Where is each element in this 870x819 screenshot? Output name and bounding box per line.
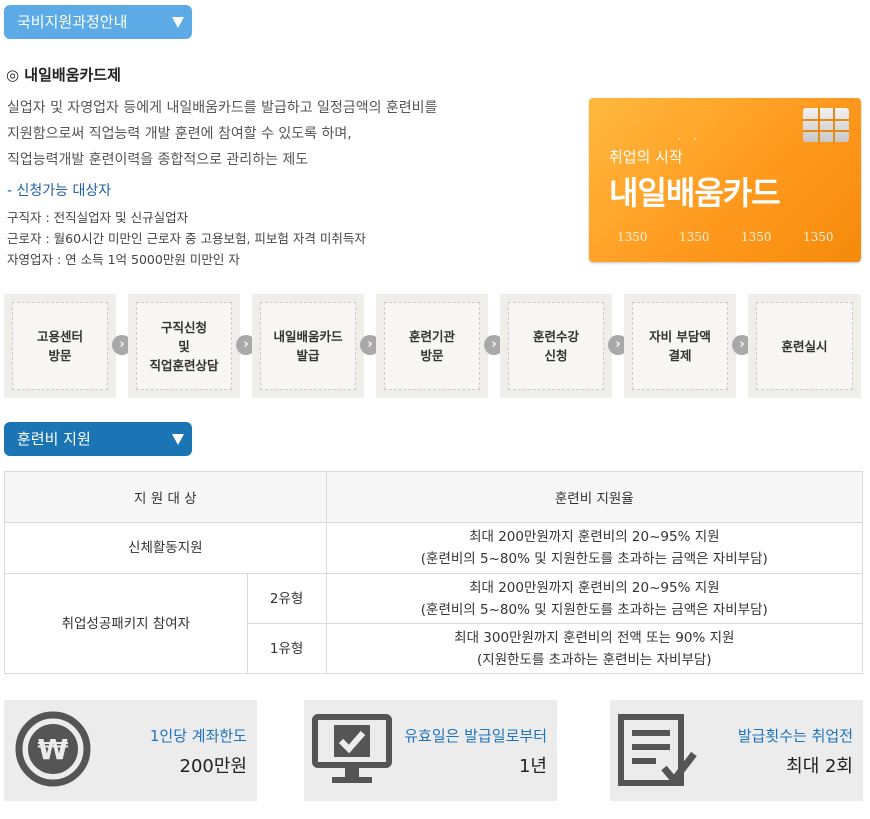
process-step-job-consult: 구직신청및직업훈련상담 <box>128 294 240 398</box>
tab-training-support[interactable]: 훈련비 지원 <box>4 422 192 456</box>
row-subtype: 1유형 <box>246 623 327 674</box>
card-system-title: ◎ 내일배움카드제 <box>6 66 121 84</box>
process-step-training: 훈련실시 <box>748 294 861 398</box>
triangle-down-icon <box>172 434 184 445</box>
info-label: 1인당 계좌한도 <box>149 727 247 745</box>
process-step-apply-course: 훈련수강신청 <box>500 294 612 398</box>
table-row: 신체활동지원 최대 200만원까지 훈련비의 20~95% 지원 (훈련비의 5… <box>4 522 864 574</box>
eligible-target-item: 근로자 : 월60시간 미만인 근로자 중 고용보험, 피보험 자격 미취득자 <box>7 231 366 246</box>
row-target: 취업성공패키지 참여자 <box>4 573 248 674</box>
card-chip-icon <box>803 108 849 142</box>
card-number-group: 1350 <box>617 230 648 244</box>
eligible-target-item: 자영업자 : 연 소득 1억 5000만원 미만인 자 <box>7 252 240 267</box>
row-rate: 최대 300만원까지 훈련비의 전액 또는 90% 지원 (지원한도를 초과하는… <box>325 623 864 674</box>
card-description-line: 지원함으로써 직업능력 개발 훈련에 참여할 수 있도록 하며, <box>7 126 352 142</box>
step-text: 방문 <box>48 348 72 363</box>
support-rate-table: 지 원 대 상 훈련비 지원율 신체활동지원 최대 200만원까지 훈련비의 2… <box>4 471 864 674</box>
card-slogan: 취업의 시작 <box>609 148 683 166</box>
step-text: 훈련기관 <box>408 329 455 344</box>
tab-course-guide-label: 국비지원과정안내 <box>17 13 128 31</box>
card-description-line: 실업자 및 자영업자 등에게 내일배움카드를 발급하고 일정금액의 훈련비를 <box>7 100 438 116</box>
info-value: 1년 <box>518 756 547 777</box>
step-text: 내일배움카드 <box>273 329 343 344</box>
row-target: 신체활동지원 <box>4 522 327 574</box>
column-header-rate: 훈련비 지원율 <box>325 471 864 523</box>
rate-line: (훈련비의 5~80% 및 지원한도를 초과하는 금액은 자비부담) <box>420 551 768 567</box>
step-text: 및 <box>178 338 190 354</box>
eligible-target-heading: - 신청가능 대상자 <box>7 183 112 199</box>
process-step-visit-institution: 훈련기관방문 <box>376 294 488 398</box>
rate-line: 최대 300만원까지 훈련비의 전액 또는 90% 지원 <box>454 629 735 646</box>
rate-line: 최대 200만원까지 훈련비의 20~95% 지원 <box>469 579 720 596</box>
info-box-validity: 유효일은 발급일로부터 1년 <box>304 700 557 801</box>
card-slogan-dots: ·· <box>677 132 709 146</box>
process-step-visit-center: 고용센터방문 <box>4 294 116 398</box>
learning-card-image: ·· 취업의 시작 내일배움카드 1350 1350 1350 1350 <box>589 98 861 262</box>
info-value: 200만원 <box>179 756 247 777</box>
table-row: 취업성공패키지 참여자 2유형 최대 200만원까지 훈련비의 20~95% 지… <box>4 573 864 674</box>
step-text: 발급 <box>296 348 320 363</box>
step-text: 자비 부담액 <box>649 329 711 344</box>
info-value: 최대 2회 <box>786 756 853 777</box>
row-subtype: 2유형 <box>246 573 327 624</box>
column-header-target: 지 원 대 상 <box>4 471 327 523</box>
step-text: 방문 <box>420 348 444 363</box>
row-rate: 최대 200만원까지 훈련비의 20~95% 지원 (훈련비의 5~80% 및 … <box>325 522 864 574</box>
tab-course-guide[interactable]: 국비지원과정안내 <box>4 5 192 39</box>
triangle-down-icon <box>172 17 184 28</box>
document-check-icon <box>618 714 698 792</box>
info-box-account-limit: ₩ 1인당 계좌한도 200만원 <box>4 700 257 801</box>
card-number-group: 1350 <box>741 230 772 244</box>
step-text: 훈련실시 <box>781 338 828 354</box>
process-step-pay-self: 자비 부담액결제 <box>624 294 736 398</box>
tab-training-support-label: 훈련비 지원 <box>17 430 91 448</box>
card-number-group: 1350 <box>679 230 710 244</box>
row-rate: 최대 200만원까지 훈련비의 20~95% 지원 (훈련비의 5~80% 및 … <box>325 573 864 624</box>
card-description-line: 직업능력개발 훈련이력을 종합적으로 관리하는 제도 <box>7 152 309 168</box>
rate-line: (지원한도를 초과하는 훈련비는 자비부담) <box>477 651 712 668</box>
card-number-group: 1350 <box>803 230 834 244</box>
step-text: 신청 <box>544 348 568 363</box>
rate-line: (훈련비의 5~80% 및 지원한도를 초과하는 금액은 자비부담) <box>420 601 768 618</box>
won-coin-icon: ₩ <box>14 710 92 792</box>
info-label: 발급횟수는 취업전 <box>737 727 853 745</box>
process-step-issue-card: 내일배움카드발급 <box>252 294 364 398</box>
step-text: 훈련수강 <box>532 329 579 344</box>
step-text: 직업훈련상담 <box>149 357 219 373</box>
step-text: 구직신청 <box>160 319 207 335</box>
monitor-check-icon <box>312 714 392 790</box>
info-label: 유효일은 발급일로부터 <box>404 727 547 745</box>
won-symbol: ₩ <box>38 733 69 766</box>
info-box-issue-count: 발급횟수는 취업전 최대 2회 <box>610 700 863 801</box>
step-text: 결제 <box>668 348 692 363</box>
card-brand-name: 내일배움카드 <box>609 174 781 212</box>
rate-line: 최대 200만원까지 훈련비의 20~95% 지원 <box>469 529 720 545</box>
eligible-target-item: 구직자 : 전직실업자 및 신규실업자 <box>7 210 189 225</box>
step-text: 고용센터 <box>36 329 83 344</box>
